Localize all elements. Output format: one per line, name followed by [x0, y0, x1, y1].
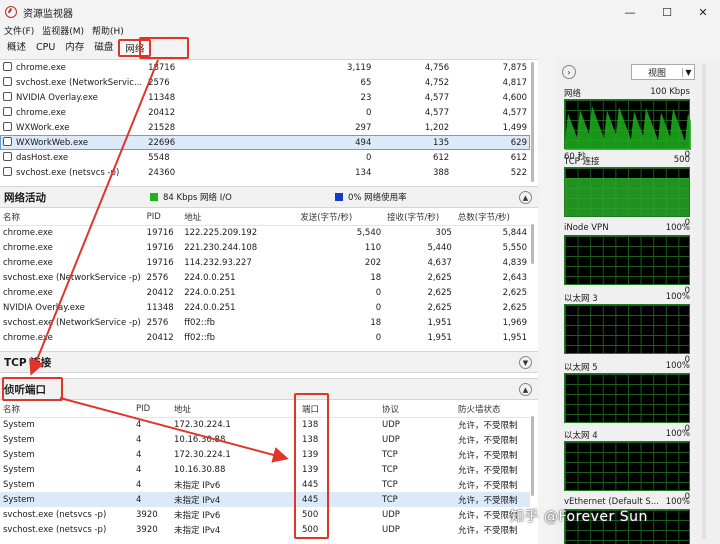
- arrow-to-port-column: [59, 397, 289, 463]
- arrow-to-listening-ports: [29, 59, 159, 376]
- watermark: 知乎 @Forever Sun: [510, 509, 648, 525]
- annotation-arrows: [29, 59, 289, 463]
- resource-monitor-window: 资源监视器 — ☐ ✕ 文件(F) 监视器(M) 帮助(H) 概述 CPU 内存…: [0, 0, 720, 544]
